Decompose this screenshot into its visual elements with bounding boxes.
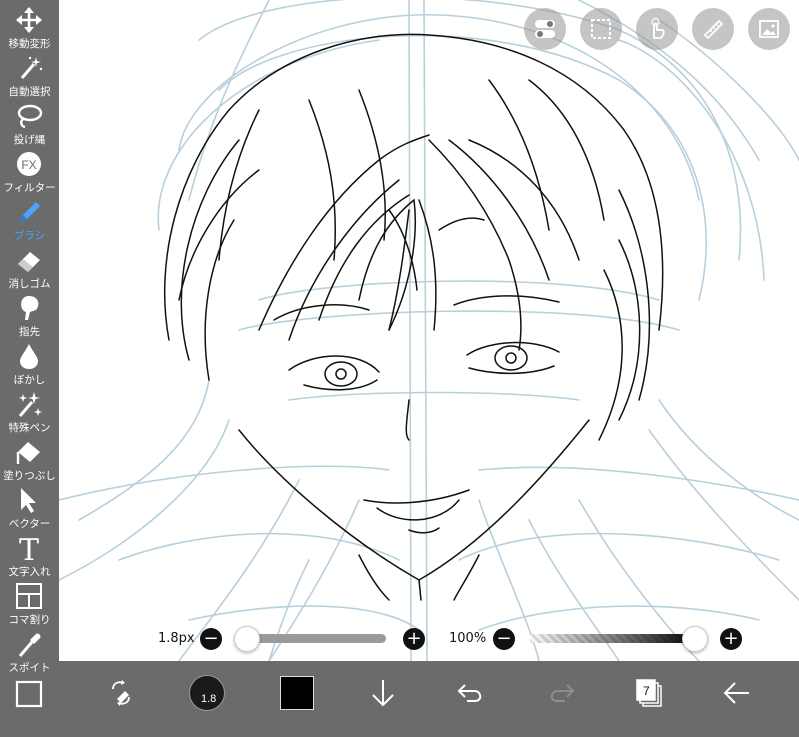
canvas-square-icon [15, 680, 43, 708]
layers-button[interactable]: 7 [629, 673, 669, 713]
tool-label: ブラシ [13, 230, 46, 242]
tool-label: コマ割り [8, 614, 51, 626]
brush-size-badge: 1.8 [201, 693, 217, 705]
brush-preview-button[interactable]: 1.8 [187, 673, 227, 713]
hand-touch-icon [651, 17, 665, 39]
tool-label: ぼかし [13, 374, 46, 386]
color-button[interactable] [277, 673, 317, 713]
download-button[interactable] [363, 673, 403, 713]
sparkle-pen-icon [18, 392, 42, 417]
bottom-bar: 1.8 7 [59, 661, 799, 737]
tool-fill[interactable]: 塗りつぶし [0, 434, 59, 482]
tool-label: フィルター [3, 182, 56, 194]
drawing-canvas[interactable] [59, 0, 799, 661]
rotate-canvas-button[interactable] [101, 673, 141, 713]
tool-eraser[interactable]: 消しゴム [0, 242, 59, 290]
opacity-value: 100% [449, 631, 487, 646]
tool-label: ベクター [8, 518, 51, 530]
tool-text[interactable]: T 文字入れ [0, 530, 59, 578]
tool-label: 消しゴム [8, 278, 51, 290]
tool-label: スポイト [8, 662, 51, 674]
ruler-button[interactable] [692, 8, 734, 50]
selection-button[interactable] [580, 8, 622, 50]
undo-icon [457, 684, 482, 702]
tool-finger[interactable]: 指先 [0, 290, 59, 338]
tool-filter[interactable]: FX フィルター [0, 146, 59, 194]
touch-gesture-button[interactable] [636, 8, 678, 50]
magic-wand-icon [20, 56, 43, 79]
text-icon: T [19, 534, 39, 562]
opacity-minus-button[interactable]: − [493, 628, 515, 650]
tool-label: 投げ縄 [13, 134, 46, 146]
tool-canvas[interactable] [0, 676, 59, 724]
image-icon [759, 20, 779, 38]
layer-count: 7 [643, 684, 650, 698]
rotate-eraser-icon [112, 680, 130, 706]
back-button[interactable] [717, 673, 757, 713]
toggle-switch-icon [535, 20, 555, 38]
vector-arrow-icon [21, 488, 36, 513]
tool-eyedropper[interactable]: スポイト [0, 626, 59, 674]
arrow-left-icon [723, 682, 749, 704]
tool-special-pen[interactable]: 特殊ペン [0, 386, 59, 434]
current-color-swatch [280, 676, 314, 710]
svg-text:T: T [19, 534, 39, 562]
undo-button[interactable] [451, 673, 491, 713]
tool-move-transform[interactable]: 移動変形 [0, 2, 59, 50]
blur-drop-icon [20, 344, 38, 369]
left-toolbar: 移動変形 自動選択 投げ縄 FX フィルター ブラシ 消しゴム 指先 ぼかし 特… [0, 0, 59, 737]
fx-icon: FX [17, 152, 41, 176]
dashed-selection-icon [591, 19, 611, 39]
brush-size-plus-button[interactable]: + [403, 628, 425, 650]
smudge-icon [21, 296, 39, 320]
brush-size-slider[interactable] [234, 626, 386, 652]
opacity-plus-button[interactable]: + [720, 628, 742, 650]
fill-bucket-icon [16, 442, 40, 464]
ruler-icon [703, 19, 724, 40]
eyedropper-icon [18, 633, 41, 657]
tool-lasso[interactable]: 投げ縄 [0, 98, 59, 146]
redo-icon [550, 684, 575, 702]
eraser-icon [18, 252, 40, 272]
sketch-artwork [59, 0, 799, 661]
tool-label: 特殊ペン [8, 422, 51, 434]
redo-button[interactable] [541, 673, 581, 713]
tool-label: 塗りつぶし [3, 470, 56, 482]
brush-size-value: 1.8px [158, 631, 195, 646]
tool-blur[interactable]: ぼかし [0, 338, 59, 386]
opacity-slider-handle[interactable] [682, 626, 708, 652]
frame-divide-icon [16, 583, 42, 609]
svg-text:FX: FX [21, 158, 36, 172]
move-icon [16, 7, 42, 33]
material-button[interactable] [748, 8, 790, 50]
tool-vector[interactable]: ベクター [0, 482, 59, 530]
tool-auto-select[interactable]: 自動選択 [0, 50, 59, 98]
lasso-icon [17, 104, 43, 129]
tool-brush[interactable]: ブラシ [0, 194, 59, 242]
tool-label: 文字入れ [8, 566, 51, 578]
toggle-ui-button[interactable] [524, 8, 566, 50]
tool-label: 指先 [19, 326, 40, 338]
tool-label: 移動変形 [8, 38, 51, 50]
opacity-slider[interactable] [530, 626, 708, 652]
brush-size-minus-button[interactable]: − [200, 628, 222, 650]
tool-frame-divide[interactable]: コマ割り [0, 578, 59, 626]
tool-label: 自動選択 [8, 86, 51, 98]
brush-icon [19, 202, 40, 223]
brush-size-slider-handle[interactable] [234, 626, 260, 652]
arrow-down-icon [372, 680, 394, 707]
